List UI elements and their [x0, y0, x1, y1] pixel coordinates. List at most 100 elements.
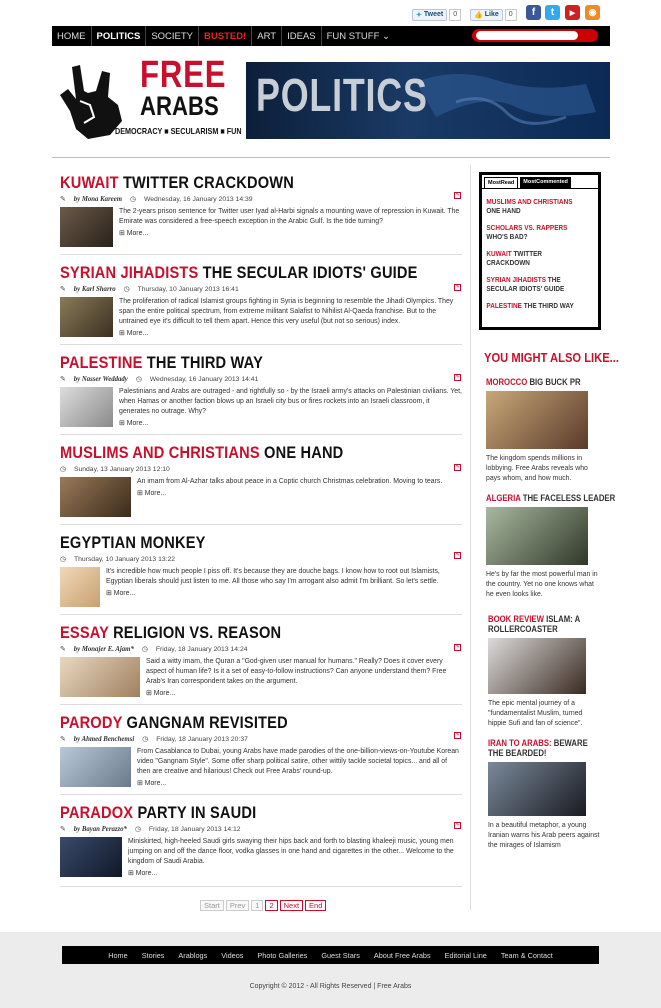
article-card: KUWAIT TWITTER CRACKDOWN ✎ by Mona Kareem…: [60, 174, 462, 247]
related-title[interactable]: IRAN TO ARABS: BEWARE THE BEARDED!: [488, 738, 591, 758]
search-input[interactable]: [476, 31, 578, 40]
footer-link-guest-stars[interactable]: Guest Stars: [315, 951, 366, 960]
more-link[interactable]: ⊞ More...: [146, 689, 462, 697]
more-link[interactable]: ⊞ More...: [119, 329, 462, 337]
article-card: PALESTINE THE THIRD WAY ✎ by Nasser Wedda…: [60, 354, 462, 427]
edit-icon[interactable]: ✎: [454, 464, 461, 471]
article-title[interactable]: PARODY GANGNAM REVISITED: [60, 714, 406, 732]
most-read-item[interactable]: MUSLIMS AND CHRISTIANS ONE HAND: [482, 197, 584, 215]
pen-icon: ✎: [60, 286, 66, 293]
nav-art[interactable]: ART: [252, 26, 283, 46]
footer-link-about[interactable]: About Free Arabs: [368, 951, 437, 960]
like-button[interactable]: 👍 Like: [470, 8, 503, 21]
article-card: EGYPTIAN MONKEY ◷ Thursday, 10 January 20…: [60, 534, 462, 607]
related-title[interactable]: ALGERIA THE FACELESS LEADER: [486, 493, 615, 503]
tab-most-commented[interactable]: MostCommented: [520, 177, 571, 188]
tweet-share[interactable]: ✦ Tweet 0: [412, 8, 462, 21]
article-title[interactable]: ESSAY RELIGION VS. REASON: [60, 624, 406, 642]
article-thumbnail[interactable]: [60, 387, 113, 427]
clock-icon: ◷: [123, 286, 130, 293]
nav-home[interactable]: HOME: [52, 26, 92, 46]
article-summary: Said a witty imam, the Quran a "God-give…: [146, 658, 447, 685]
article-title[interactable]: MUSLIMS AND CHRISTIANS ONE HAND: [60, 444, 406, 462]
tweet-button[interactable]: ✦ Tweet: [412, 8, 448, 21]
more-link[interactable]: ⊞ More...: [119, 419, 462, 427]
tab-most-read[interactable]: MostRead: [484, 177, 519, 188]
related-summary: The epic mental journey of a "fundamenta…: [488, 700, 583, 727]
article-card: SYRIAN JIHADISTS THE SECULAR IDIOTS' GUI…: [60, 264, 462, 337]
more-link[interactable]: ⊞ More...: [106, 589, 462, 597]
article-thumbnail[interactable]: [60, 297, 113, 337]
twitter-icon[interactable]: t: [545, 5, 560, 20]
facebook-icon[interactable]: f: [526, 5, 541, 20]
pager-next[interactable]: Next: [279, 900, 304, 911]
most-read-item[interactable]: SYRIAN JIHADISTS THE SECULAR IDIOTS' GUI…: [482, 275, 584, 293]
edit-icon[interactable]: ✎: [454, 192, 461, 199]
article-card: MUSLIMS AND CHRISTIANS ONE HAND ◷ Sunday,…: [60, 444, 462, 517]
nav-society[interactable]: SOCIETY: [146, 26, 200, 46]
edit-icon[interactable]: ✎: [454, 644, 461, 651]
article-title[interactable]: PALESTINE THE THIRD WAY: [60, 354, 406, 372]
article-title[interactable]: EGYPTIAN MONKEY: [60, 534, 406, 552]
article-thumbnail[interactable]: [60, 207, 113, 247]
like-share[interactable]: 👍 Like 0: [470, 8, 517, 21]
article-title[interactable]: KUWAIT TWITTER CRACKDOWN: [60, 174, 406, 192]
edit-icon[interactable]: ✎: [454, 374, 461, 381]
clock-icon: ◷: [141, 646, 148, 653]
footer-link-editorial[interactable]: Editorial Line: [439, 951, 493, 960]
footer-link-team-contact[interactable]: Team & Contact: [495, 951, 559, 960]
tweet-count: 0: [449, 8, 462, 21]
also-like-title: YOU MIGHT ALSO LIKE...: [484, 350, 619, 365]
more-link[interactable]: ⊞ More...: [119, 229, 462, 237]
article-meta: ✎ by Nasser Weddady ◷ Wednesday, 16 January…: [60, 375, 259, 384]
related-image[interactable]: [486, 391, 588, 449]
article-thumbnail[interactable]: [60, 477, 131, 517]
most-read-box: MostRead MostCommented MUSLIMS AND CHRIS…: [479, 172, 601, 330]
related-card: ALGERIA THE FACELESS LEADER He's by far …: [486, 493, 615, 600]
footer-link-photo-galleries[interactable]: Photo Galleries: [251, 951, 313, 960]
edit-icon[interactable]: ✎: [454, 552, 461, 559]
article-thumbnail[interactable]: [60, 747, 131, 787]
article-meta: ◷ Sunday, 13 January 2013 12:10: [60, 465, 170, 474]
article-summary: The 2-years prison sentence for Twitter …: [119, 208, 460, 225]
article-thumbnail[interactable]: [60, 567, 100, 607]
article-thumbnail[interactable]: [60, 837, 122, 877]
related-image[interactable]: [488, 762, 586, 816]
article-thumbnail[interactable]: [60, 657, 140, 697]
article-meta: ✎ by Ahmed Benchemsi ◷ Friday, 18 January 2…: [60, 735, 248, 744]
nav-busted[interactable]: BUSTED!: [199, 26, 253, 46]
edit-icon[interactable]: ✎: [454, 284, 461, 291]
most-read-item[interactable]: PALESTINE THE THIRD WAY: [482, 301, 584, 310]
nav-ideas[interactable]: IDEAS: [282, 26, 322, 46]
article-title[interactable]: SYRIAN JIHADISTS THE SECULAR IDIOTS' GUI…: [60, 264, 417, 282]
nav-fun-stuff[interactable]: FUN STUFF ⌄: [322, 26, 395, 46]
footer-link-videos[interactable]: Videos: [215, 951, 249, 960]
pen-icon: ✎: [60, 376, 66, 383]
twitter-bird-icon: ✦: [416, 11, 422, 19]
article-divider: [60, 344, 462, 345]
footer-link-home[interactable]: Home: [102, 951, 133, 960]
world-map-icon: [416, 73, 596, 125]
rss-icon[interactable]: ◉: [585, 5, 600, 20]
more-link[interactable]: ⊞ More...: [137, 489, 442, 497]
related-image[interactable]: [488, 638, 586, 694]
edit-icon[interactable]: ✎: [454, 732, 461, 739]
thumbs-up-icon: 👍: [474, 11, 483, 19]
more-link[interactable]: ⊞ More...: [137, 779, 462, 787]
youtube-icon[interactable]: ▶: [565, 5, 580, 20]
pager-page-2[interactable]: 2: [265, 900, 278, 911]
edit-icon[interactable]: ✎: [454, 822, 461, 829]
nav-politics[interactable]: POLITICS: [92, 26, 147, 46]
pager-end[interactable]: End: [305, 900, 327, 911]
footer-link-stories[interactable]: Stories: [136, 951, 171, 960]
footer-link-arablogs[interactable]: Arablogs: [172, 951, 213, 960]
clock-icon: ◷: [60, 466, 66, 473]
article-title[interactable]: PARADOX PARTY IN SAUDI: [60, 804, 406, 822]
related-title[interactable]: MOROCCO BIG BUCK PR: [486, 377, 584, 387]
more-link[interactable]: ⊞ More...: [128, 869, 462, 877]
article-divider: [60, 254, 462, 255]
most-read-item[interactable]: SCHOLARS VS. RAPPERS WHO'S BAD?: [482, 223, 584, 241]
related-image[interactable]: [486, 507, 588, 565]
related-title[interactable]: BOOK REVIEW ISLAM: A ROLLERCOASTER: [488, 614, 591, 634]
most-read-item[interactable]: KUWAIT TWITTER CRACKDOWN: [482, 249, 584, 267]
